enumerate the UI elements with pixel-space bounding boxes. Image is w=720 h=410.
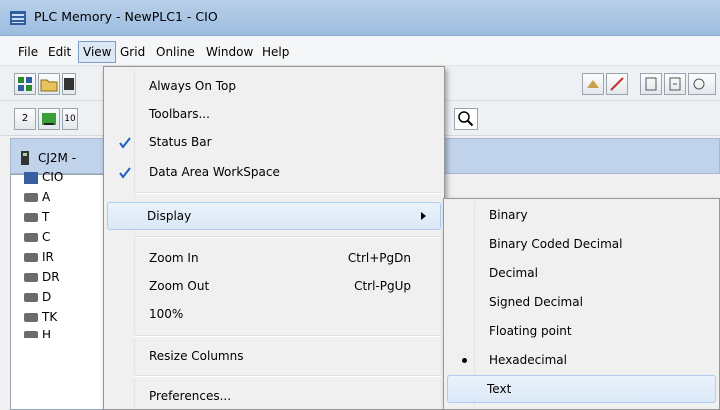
menu-item-floating-point[interactable]: Floating point	[447, 318, 716, 344]
menu-item-decimal[interactable]: Decimal	[447, 260, 716, 286]
memory-chip-icon	[24, 293, 38, 302]
menu-grid[interactable]: Grid	[116, 43, 149, 61]
menu-item-toolbars[interactable]: Toolbars...	[107, 101, 441, 127]
check-icon	[117, 134, 133, 150]
menu-item-text[interactable]: Text	[447, 375, 716, 403]
new-project-button[interactable]	[14, 73, 36, 95]
memory-chip-icon	[24, 273, 38, 282]
memory-chip-icon	[24, 193, 38, 202]
menu-edit[interactable]: Edit	[44, 43, 75, 61]
folder-open-icon	[40, 79, 58, 92]
menu-separator	[134, 192, 441, 194]
tree-item-h[interactable]: H	[24, 326, 51, 338]
menu-item-signed-decimal[interactable]: Signed Decimal	[447, 289, 716, 315]
memory-chip-icon	[24, 213, 38, 222]
toolbar-button-d[interactable]	[664, 73, 686, 95]
plc-icon	[18, 150, 34, 166]
tree-item-ir[interactable]: IR	[24, 248, 54, 266]
app-icon	[10, 10, 26, 26]
format-button-chip[interactable]	[38, 108, 60, 130]
menu-item-zoom-in[interactable]: Zoom In Ctrl+PgDn	[107, 245, 441, 271]
tree-item-c[interactable]: C	[24, 228, 50, 246]
tree-root-label[interactable]: CJ2M -	[38, 150, 76, 166]
memory-area-icon	[24, 171, 38, 184]
menu-item-resize-columns[interactable]: Resize Columns	[107, 343, 441, 369]
toolbar-button-e[interactable]	[688, 73, 716, 95]
toolbar-button-a[interactable]	[582, 73, 604, 95]
menu-item-zoom-100[interactable]: 100%	[107, 301, 441, 327]
view-menu: Always On Top Toolbars... Status Bar Dat…	[103, 66, 445, 410]
menu-item-status-bar[interactable]: Status Bar	[107, 129, 441, 155]
menu-item-always-on-top[interactable]: Always On Top	[107, 73, 441, 99]
memory-chip-icon	[24, 331, 38, 338]
check-icon	[117, 164, 133, 180]
menu-separator	[134, 335, 441, 337]
menu-separator	[134, 375, 441, 377]
menu-bar: File Edit View Grid Online Window Help	[0, 36, 720, 66]
memory-chip-icon	[42, 113, 56, 125]
find-button[interactable]	[454, 108, 478, 130]
menu-item-bcd[interactable]: Binary Coded Decimal	[447, 231, 716, 257]
toolbar-button-c[interactable]	[640, 73, 662, 95]
menu-item-binary[interactable]: Binary	[447, 202, 716, 228]
tree-item-d[interactable]: D	[24, 288, 51, 306]
save-button[interactable]	[62, 73, 76, 95]
menu-help[interactable]: Help	[258, 43, 293, 61]
tree-item-tk[interactable]: TK	[24, 308, 57, 326]
tree-item-t[interactable]: T	[24, 208, 49, 226]
submenu-arrow-icon	[421, 212, 426, 220]
search-icon	[458, 111, 474, 127]
tree-item-a[interactable]: A	[24, 188, 50, 206]
memory-chip-icon	[24, 313, 38, 322]
memory-chip-icon	[24, 253, 38, 262]
menu-item-display[interactable]: Display	[107, 202, 441, 230]
memory-chip-icon	[24, 233, 38, 242]
display-submenu: Binary Binary Coded Decimal Decimal Sign…	[443, 198, 720, 410]
tree-item-dr[interactable]: DR	[24, 268, 60, 286]
menu-file[interactable]: File	[14, 43, 42, 61]
menu-item-preferences[interactable]: Preferences...	[107, 383, 441, 409]
radio-dot-icon	[462, 358, 467, 363]
format-button-2[interactable]: 2	[14, 108, 36, 130]
open-button[interactable]	[38, 73, 60, 95]
menu-separator	[134, 236, 441, 238]
menu-window[interactable]: Window	[202, 43, 257, 61]
title-bar: PLC Memory - NewPLC1 - CIO	[0, 0, 720, 36]
toolbar-button-b[interactable]	[606, 73, 628, 95]
save-icon	[64, 78, 74, 90]
window-title: PLC Memory - NewPLC1 - CIO	[34, 9, 218, 24]
menu-online[interactable]: Online	[152, 43, 199, 61]
menu-item-data-area-workspace[interactable]: Data Area WorkSpace	[107, 159, 441, 185]
format-button-10[interactable]: 10	[62, 108, 78, 130]
tree-item-cio[interactable]: CIO	[24, 168, 63, 186]
menu-view[interactable]: View	[78, 41, 117, 63]
menu-item-hexadecimal[interactable]: Hexadecimal	[447, 347, 716, 373]
menu-item-zoom-out[interactable]: Zoom Out Ctrl-PgUp	[107, 273, 441, 299]
